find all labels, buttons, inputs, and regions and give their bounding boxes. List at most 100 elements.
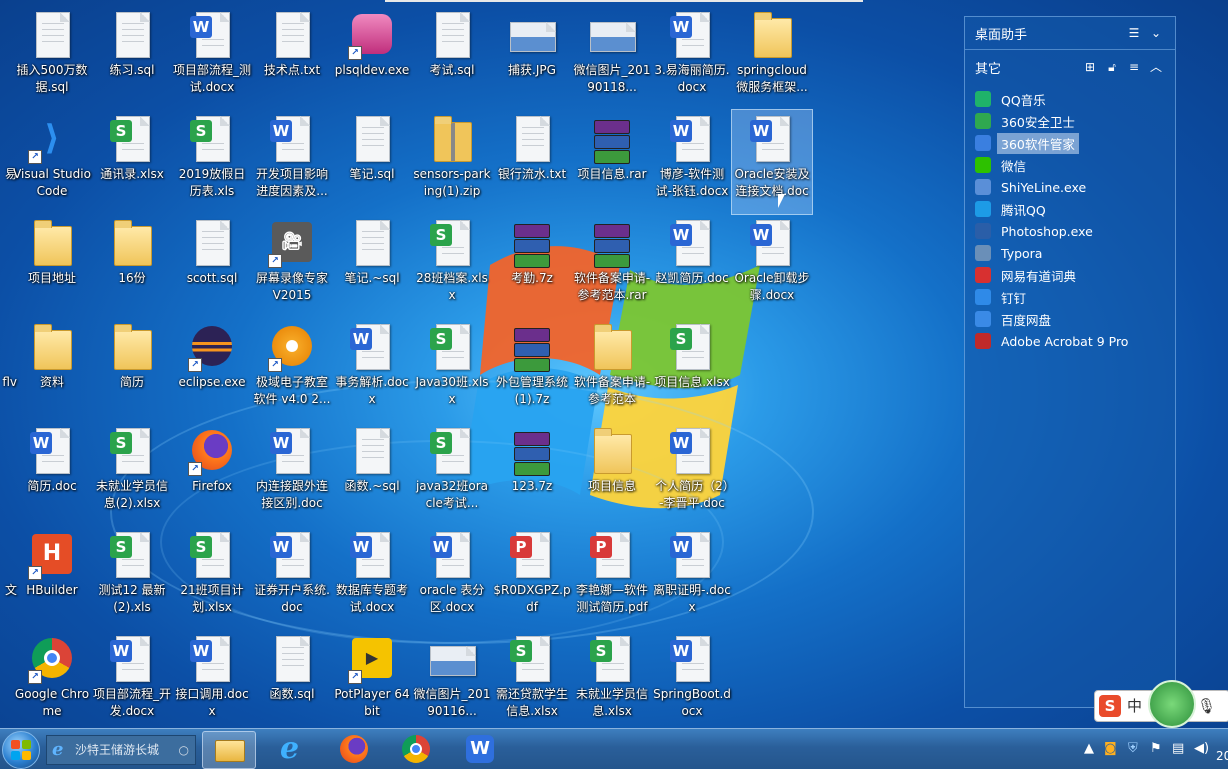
tray-app-icon[interactable]: ◙ bbox=[1104, 741, 1117, 756]
panel-shortcut-item[interactable]: Photoshop.exe bbox=[965, 220, 1175, 242]
desktop-icon[interactable]: ↗ plsqldev.exe bbox=[332, 6, 412, 110]
desktop-icon[interactable]: W 3.易海丽简历.docx bbox=[652, 6, 732, 110]
desktop-icon[interactable]: 笔记.sql bbox=[332, 110, 412, 214]
desktop-icon[interactable]: W 证券开户系统.doc bbox=[252, 526, 332, 630]
taskbar-search-box[interactable]: e 沙特王储游长城 ○ bbox=[46, 735, 196, 765]
taskbar-file-explorer[interactable] bbox=[202, 731, 256, 769]
desktop-icon[interactable]: S 测试12 最新(2).xls bbox=[92, 526, 172, 630]
desktop-icon[interactable]: 微信图片_20190118... bbox=[572, 6, 652, 110]
desktop-icon[interactable]: W 项目部流程_开发.docx bbox=[92, 630, 172, 734]
panel-shortcut-item[interactable]: ShiYeLine.exe bbox=[965, 176, 1175, 198]
desktop-icon[interactable]: 简历 bbox=[92, 318, 172, 422]
desktop-icon[interactable]: 技术点.txt bbox=[252, 6, 332, 110]
search-icon[interactable]: ○ bbox=[179, 736, 189, 764]
desktop-icon[interactable]: scott.sql bbox=[172, 214, 252, 318]
desktop-icon[interactable]: W 赵凯简历.doc bbox=[652, 214, 732, 318]
taskbar-wps[interactable]: W bbox=[454, 731, 506, 767]
desktop-icon[interactable]: Sjava32班oracle考试... bbox=[412, 422, 492, 526]
desktop-icon[interactable]: H ↗ HBuilder bbox=[12, 526, 92, 630]
desktop-icon[interactable]: 项目信息 bbox=[572, 422, 652, 526]
desktop-icon[interactable]: ↗ Google Chrome bbox=[12, 630, 92, 734]
desktop-icon[interactable]: S 28班档案.xlsx bbox=[412, 214, 492, 318]
volume-icon[interactable]: ◀︎) bbox=[1194, 741, 1209, 756]
lock-icon[interactable]: 🔓︎ bbox=[1103, 58, 1121, 76]
tray-security-icon[interactable]: ⛨ bbox=[1128, 741, 1138, 756]
panel-shortcut-item[interactable]: 百度网盘 bbox=[965, 308, 1175, 330]
desktop-icon[interactable]: S 需还贷款学生信息.xlsx bbox=[492, 630, 572, 734]
desktop-icon[interactable]: W 项目部流程_测试.docx bbox=[172, 6, 252, 110]
taskbar-internet-explorer[interactable]: e bbox=[268, 731, 320, 767]
desktop-icon[interactable]: W 博彦-软件测试-张钰.docx bbox=[652, 110, 732, 214]
desktop-icon[interactable]: W 事务解析.docx bbox=[332, 318, 412, 422]
desktop-icon[interactable]: Woracle 表分区.docx bbox=[412, 526, 492, 630]
desktop-icon[interactable]: 项目地址 bbox=[12, 214, 92, 318]
network-icon[interactable]: ▤ bbox=[1172, 741, 1184, 756]
chevron-down-icon[interactable]: ⌄ bbox=[1147, 24, 1165, 42]
panel-shortcut-item[interactable]: 微信 bbox=[965, 154, 1175, 176]
desktop-icon[interactable]: W 简历.doc bbox=[12, 422, 92, 526]
panel-shortcut-item[interactable]: 钉钉 bbox=[965, 286, 1175, 308]
desktop-icon[interactable]: sensors-parking(1).zip bbox=[412, 110, 492, 214]
taskbar-firefox[interactable] bbox=[328, 731, 380, 767]
desktop-icon[interactable]: 插入500万数据.sql bbox=[12, 6, 92, 110]
panel-shortcut-item[interactable]: 网易有道词典 bbox=[965, 264, 1175, 286]
desktop-icon[interactable]: 函数.sql bbox=[252, 630, 332, 734]
assistant-ball[interactable] bbox=[1148, 680, 1196, 728]
desktop-icon[interactable]: W Oracle卸载步骤.docx bbox=[732, 214, 812, 318]
desktop-icon[interactable]: 考勤.7z bbox=[492, 214, 572, 318]
grid-view-icon[interactable]: ⊞ bbox=[1081, 58, 1099, 76]
desktop-icon[interactable]: S 21班项目计划.xlsx bbox=[172, 526, 252, 630]
desktop-icon[interactable]: S 未就业学员信息(2).xlsx bbox=[92, 422, 172, 526]
desktop-icon[interactable]: P 李艳娜—软件测试简历.pdf bbox=[572, 526, 652, 630]
desktop-icon[interactable]: S 2019放假日历表.xls bbox=[172, 110, 252, 214]
tray-flag-icon[interactable]: ⚑ bbox=[1150, 741, 1162, 756]
desktop-icon[interactable]: ↗ Firefox bbox=[172, 422, 252, 526]
desktop-icon[interactable]: 函数.~sql bbox=[332, 422, 412, 526]
desktop-icon[interactable]: S 通讯录.xlsx bbox=[92, 110, 172, 214]
desktop-icon[interactable]: W 内连接跟外连接区别.doc bbox=[252, 422, 332, 526]
chevron-up-icon[interactable]: ︿ bbox=[1147, 58, 1165, 76]
desktop-icon[interactable]: 项目信息.rar bbox=[572, 110, 652, 214]
show-hidden-icons[interactable]: ▲ bbox=[1084, 741, 1094, 756]
desktop-icon[interactable]: 软件备案申请-参考范本.rar bbox=[572, 214, 652, 318]
desktop-icon[interactable]: 捕获.JPG bbox=[492, 6, 572, 110]
desktop-icon[interactable]: ↗ eclipse.exe bbox=[172, 318, 252, 422]
desktop-icon[interactable]: ⟩ ↗ Visual Studio Code bbox=[12, 110, 92, 214]
start-button[interactable] bbox=[2, 731, 40, 769]
desktop-icon[interactable]: 软件备案申请-参考范本 bbox=[572, 318, 652, 422]
panel-shortcut-item[interactable]: QQ音乐 bbox=[965, 88, 1175, 110]
ime-mode[interactable]: 中 bbox=[1127, 691, 1142, 721]
taskbar-chrome[interactable] bbox=[390, 731, 442, 767]
desktop-icon[interactable]: 银行流水.txt bbox=[492, 110, 572, 214]
desktop-icon[interactable]: 考试.sql bbox=[412, 6, 492, 110]
desktop-icon[interactable]: S Java30班.xlsx bbox=[412, 318, 492, 422]
desktop-icon[interactable]: S 项目信息.xlsx bbox=[652, 318, 732, 422]
desktop-icon[interactable]: W 接口调用.docx bbox=[172, 630, 252, 734]
desktop-icon[interactable]: springcloud微服务框架... bbox=[732, 6, 812, 110]
panel-shortcut-item[interactable]: 腾讯QQ bbox=[965, 198, 1175, 220]
desktop-icon[interactable]: W 开发项目影响进度因素及... bbox=[252, 110, 332, 214]
desktop-icon[interactable]: 🎥︎ ↗ 屏幕录像专家V2015 bbox=[252, 214, 332, 318]
desktop-icon[interactable]: W 离职证明-.docx bbox=[652, 526, 732, 630]
desktop-icon[interactable]: 微信图片_20190116... bbox=[412, 630, 492, 734]
sogou-icon[interactable]: S bbox=[1099, 695, 1121, 717]
desktop-icon[interactable]: 16份 bbox=[92, 214, 172, 318]
clock[interactable]: 20 bbox=[1216, 749, 1228, 763]
menu-icon[interactable]: ☰ bbox=[1125, 24, 1143, 42]
desktop-icon[interactable]: 练习.sql bbox=[92, 6, 172, 110]
microphone-icon[interactable]: 🎙︎ bbox=[1197, 691, 1216, 721]
desktop-icon[interactable]: W Oracle安装及连接文档.doc bbox=[731, 109, 813, 215]
desktop-icon[interactable]: ▶ ↗ PotPlayer 64 bit bbox=[332, 630, 412, 734]
desktop-icon[interactable]: W 个人简历（2）-李晋平.doc bbox=[652, 422, 732, 526]
desktop-icon[interactable]: 笔记.~sql bbox=[332, 214, 412, 318]
desktop-icon[interactable]: ↗ 极域电子教室软件 v4.0 2... bbox=[252, 318, 332, 422]
desktop-icon[interactable]: W SpringBoot.docx bbox=[652, 630, 732, 734]
desktop-icon[interactable]: W 数据库专题考试.docx bbox=[332, 526, 412, 630]
desktop-icon[interactable]: P $R0DXGPZ.pdf bbox=[492, 526, 572, 630]
panel-shortcut-item[interactable]: Typora bbox=[965, 242, 1175, 264]
panel-shortcut-item[interactable]: Adobe Acrobat 9 Pro bbox=[965, 330, 1175, 352]
panel-shortcut-item[interactable]: 360软件管家 bbox=[965, 132, 1175, 154]
list-view-icon[interactable]: ≡ bbox=[1125, 58, 1143, 76]
desktop-icon[interactable]: 外包管理系统(1).7z bbox=[492, 318, 572, 422]
desktop-icon[interactable]: S 未就业学员信息.xlsx bbox=[572, 630, 652, 734]
